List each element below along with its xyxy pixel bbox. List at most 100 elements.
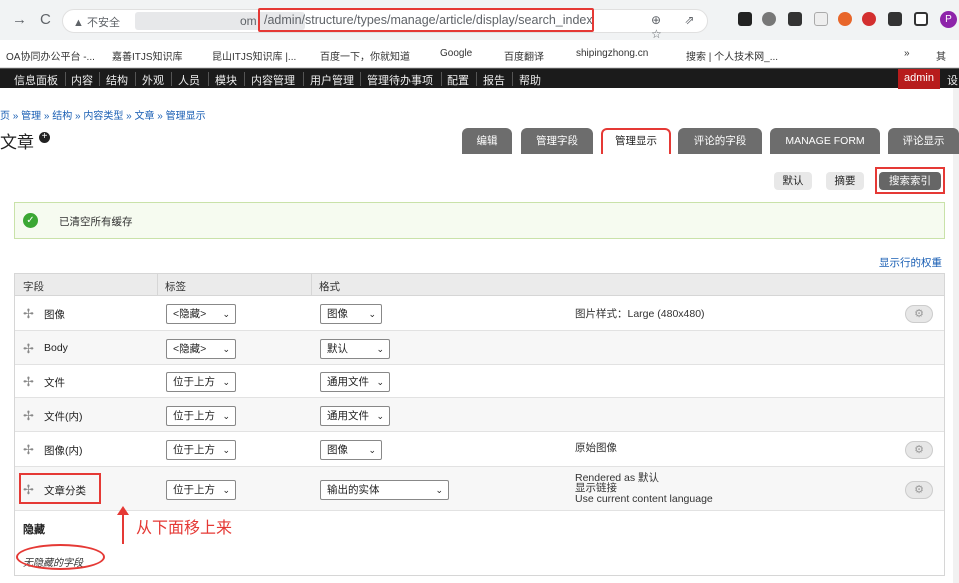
admin-menu-item[interactable]: 用户管理 <box>310 72 354 88</box>
admin-menu-item[interactable]: 管理待办事项 <box>367 72 433 88</box>
menu-divider <box>360 72 361 86</box>
admin-menu-item[interactable]: 外观 <box>142 72 164 88</box>
format-select[interactable]: 通用文件 ⌄ <box>320 406 390 426</box>
column-header: 标签 <box>165 281 186 293</box>
add-shortcut-icon[interactable]: + <box>39 132 50 143</box>
column-divider <box>311 274 312 296</box>
admin-menu-item[interactable]: 结构 <box>106 72 128 88</box>
admin-menu-item[interactable]: 报告 <box>483 72 505 88</box>
chevron-down-icon: ⌄ <box>376 344 384 354</box>
url-path: /admin/structure/types/manage/article/di… <box>258 8 594 32</box>
format-select-value: 默认 <box>327 343 348 355</box>
format-select[interactable]: 输出的实体 ⌄ <box>320 480 449 500</box>
label-select[interactable]: <隐藏> ⌄ <box>166 339 236 359</box>
label-select[interactable]: <隐藏> ⌄ <box>166 304 236 324</box>
subtab-default[interactable]: 默认 <box>774 172 812 190</box>
format-select-value: 图像 <box>327 444 348 456</box>
extension-icon[interactable] <box>762 12 776 26</box>
tab-manage-fields[interactable]: 管理字段 <box>521 128 593 154</box>
bookmark-item[interactable]: 百度一下，你就知道 <box>320 48 410 63</box>
bookmark-item[interactable]: 昆山ITJS知识库 |... <box>212 48 296 63</box>
admin-menu-item[interactable]: 信息面板 <box>14 72 58 88</box>
drag-handle-icon[interactable]: ✢ <box>23 374 34 390</box>
bookmark-item[interactable]: 嘉善ITJS知识库 <box>112 48 183 63</box>
drag-handle-icon[interactable]: ✢ <box>23 442 34 458</box>
admin-menu-item[interactable]: 内容管理 <box>251 72 295 88</box>
breadcrumb[interactable]: 页 » 管理 » 结构 » 内容类型 » 文章 » 管理显示 <box>0 107 206 122</box>
hidden-region-title: 隐藏 <box>23 524 45 536</box>
tab-comment-fields[interactable]: 评论的字段 <box>678 128 762 154</box>
puzzle-icon[interactable] <box>888 12 902 26</box>
admin-menu-item[interactable]: 模块 <box>215 72 237 88</box>
menu-divider <box>65 72 66 86</box>
chevron-down-icon: ⌄ <box>376 377 384 387</box>
admin-menu-item[interactable]: 配置 <box>447 72 469 88</box>
chevron-down-icon: ⌄ <box>222 485 230 495</box>
extension-icon[interactable] <box>738 12 752 26</box>
format-select[interactable]: 默认 ⌄ <box>320 339 390 359</box>
bookmark-item[interactable]: 搜索 | 个人技术网_... <box>686 48 778 63</box>
bookmark-item[interactable]: OA协同办公平台 -... <box>6 48 95 63</box>
chevron-down-icon: ⌄ <box>222 344 230 354</box>
admin-menu-item[interactable]: 人员 <box>178 72 200 88</box>
extension-icon[interactable] <box>862 12 876 26</box>
subtab-teaser[interactable]: 摘要 <box>826 172 864 190</box>
extension-icon[interactable] <box>788 12 802 26</box>
admin-menu-item[interactable]: 设 <box>947 72 958 88</box>
label-select-value: 位于上方 <box>173 376 215 388</box>
bookmark-item[interactable]: shipingzhong.cn <box>576 48 648 59</box>
extension-icon[interactable] <box>814 12 828 26</box>
bookmark-item[interactable]: Google <box>440 48 472 59</box>
format-select[interactable]: 通用文件 ⌄ <box>320 372 390 392</box>
format-select[interactable]: 图像 ⌄ <box>320 304 382 324</box>
format-select-value: 输出的实体 <box>327 484 380 496</box>
drag-handle-icon[interactable]: ✢ <box>23 408 34 424</box>
window-icon[interactable] <box>914 12 928 26</box>
label-select-value: 位于上方 <box>173 410 215 422</box>
label-select[interactable]: 位于上方 ⌄ <box>166 440 236 460</box>
settings-gear-icon[interactable]: ⚙ <box>905 481 933 499</box>
forward-icon[interactable]: → <box>12 11 27 28</box>
column-header: 格式 <box>319 281 340 293</box>
reload-icon[interactable]: C <box>40 11 51 28</box>
label-select[interactable]: 位于上方 ⌄ <box>166 480 236 500</box>
profile-avatar[interactable]: P <box>940 11 957 28</box>
chevron-down-icon: ⌄ <box>222 309 230 319</box>
table-row: ✢ 文章分类 位于上方 ⌄ 输出的实体 ⌄ Rendered as 默认 显示链接 … <box>15 467 944 511</box>
settings-gear-icon[interactable]: ⚙ <box>905 305 933 323</box>
tab-edit[interactable]: 编辑 <box>462 128 512 154</box>
format-select[interactable]: 图像 ⌄ <box>320 440 382 460</box>
browser-toolbar: → C ▲ 不安全 om /admin/structure/types/mana… <box>0 0 959 41</box>
menu-divider <box>208 72 209 86</box>
settings-gear-icon[interactable]: ⚙ <box>905 441 933 459</box>
label-select-value: 位于上方 <box>173 484 215 496</box>
table-header: 字段 标签 格式 <box>15 274 944 296</box>
label-select[interactable]: 位于上方 ⌄ <box>166 372 236 392</box>
format-summary: 原始图像 <box>575 442 617 454</box>
page-scrollbar[interactable] <box>953 88 959 583</box>
admin-user-link[interactable]: admin <box>898 69 940 89</box>
drag-handle-icon[interactable]: ✢ <box>23 306 34 322</box>
extension-icon[interactable] <box>838 12 852 26</box>
insecure-warning[interactable]: ▲ 不安全 <box>73 14 120 30</box>
bookmark-item[interactable]: 百度翻译 <box>504 48 544 63</box>
address-bar[interactable]: ▲ 不安全 om /admin/structure/types/manage/a… <box>62 8 708 41</box>
show-row-weights-link[interactable]: 显示行的权重 <box>879 255 942 270</box>
table-row: ✢ 文件(内) 位于上方 ⌄ 通用文件 ⌄ <box>15 398 944 432</box>
annotation-highlight <box>875 167 945 194</box>
drag-handle-icon[interactable]: ✢ <box>23 341 34 357</box>
status-text: 已清空所有缓存 <box>59 216 133 228</box>
admin-menu: 信息面板 内容 结构 外观 人员 模块 内容管理 用户管理 管理待办事项 配置 … <box>0 68 959 89</box>
bookmarks-overflow[interactable]: » <box>904 48 910 59</box>
bookmark-item[interactable]: 其 <box>936 48 946 63</box>
field-name: 图像 <box>44 309 65 321</box>
tab-comment-display[interactable]: 评论显示 <box>888 128 959 154</box>
chevron-down-icon: ⌄ <box>222 377 230 387</box>
tab-manage-display[interactable]: 管理显示 <box>601 128 671 154</box>
tab-manage-form[interactable]: MANAGE FORM <box>770 128 880 154</box>
bookmarks-bar: OA协同办公平台 -... 嘉善ITJS知识库 昆山ITJS知识库 |... 百… <box>0 40 959 68</box>
url-action-icons[interactable]: ⊕ ⇗ ☆ <box>651 13 707 41</box>
admin-menu-item[interactable]: 帮助 <box>519 72 541 88</box>
label-select[interactable]: 位于上方 ⌄ <box>166 406 236 426</box>
admin-menu-item[interactable]: 内容 <box>71 72 93 88</box>
